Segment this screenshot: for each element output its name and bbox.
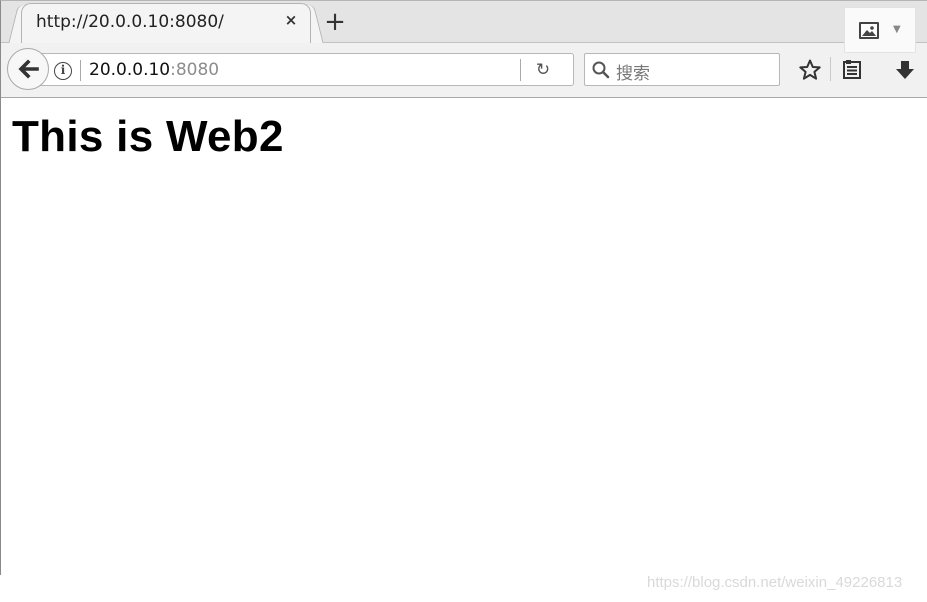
chevron-down-icon: ▼ <box>893 24 901 35</box>
arrow-left-icon <box>18 59 39 79</box>
library-icon[interactable] <box>840 58 864 82</box>
navigation-toolbar: i 20.0.0.10:8080 ↻ 搜索 <box>1 43 927 98</box>
url-host: 20.0.0.10 <box>89 60 171 80</box>
url-divider <box>80 60 81 81</box>
watermark-text: https://blog.csdn.net/weixin_49226813 <box>647 574 903 591</box>
toolbar-divider <box>830 57 831 81</box>
search-input[interactable]: 搜索 <box>584 53 780 86</box>
url-text[interactable]: 20.0.0.10:8080 <box>89 60 219 80</box>
tab-close-icon[interactable]: × <box>281 10 301 30</box>
page-heading: This is Web2 <box>12 112 284 161</box>
url-bar[interactable]: i 20.0.0.10:8080 ↻ <box>31 53 574 86</box>
url-port: :8080 <box>170 60 220 80</box>
url-divider-right <box>520 59 521 81</box>
tab-title: http://20.0.0.10:8080/ <box>36 12 224 32</box>
tab-strip: http://20.0.0.10:8080/ × + <box>1 1 927 44</box>
reload-icon[interactable]: ↻ <box>534 61 552 79</box>
download-icon[interactable] <box>893 58 917 82</box>
browser-window: http://20.0.0.10:8080/ × + ▼ i 20.0.0.10… <box>0 0 927 576</box>
page-content: This is Web2 <box>1 98 927 576</box>
star-icon[interactable] <box>798 58 822 82</box>
info-icon[interactable]: i <box>54 62 72 80</box>
media-sharing-button[interactable]: ▼ <box>844 7 916 53</box>
magnifier-icon <box>592 61 610 79</box>
new-tab-button[interactable]: + <box>321 9 349 37</box>
search-placeholder: 搜索 <box>616 64 650 84</box>
back-button[interactable] <box>7 48 49 90</box>
image-icon <box>859 22 879 39</box>
